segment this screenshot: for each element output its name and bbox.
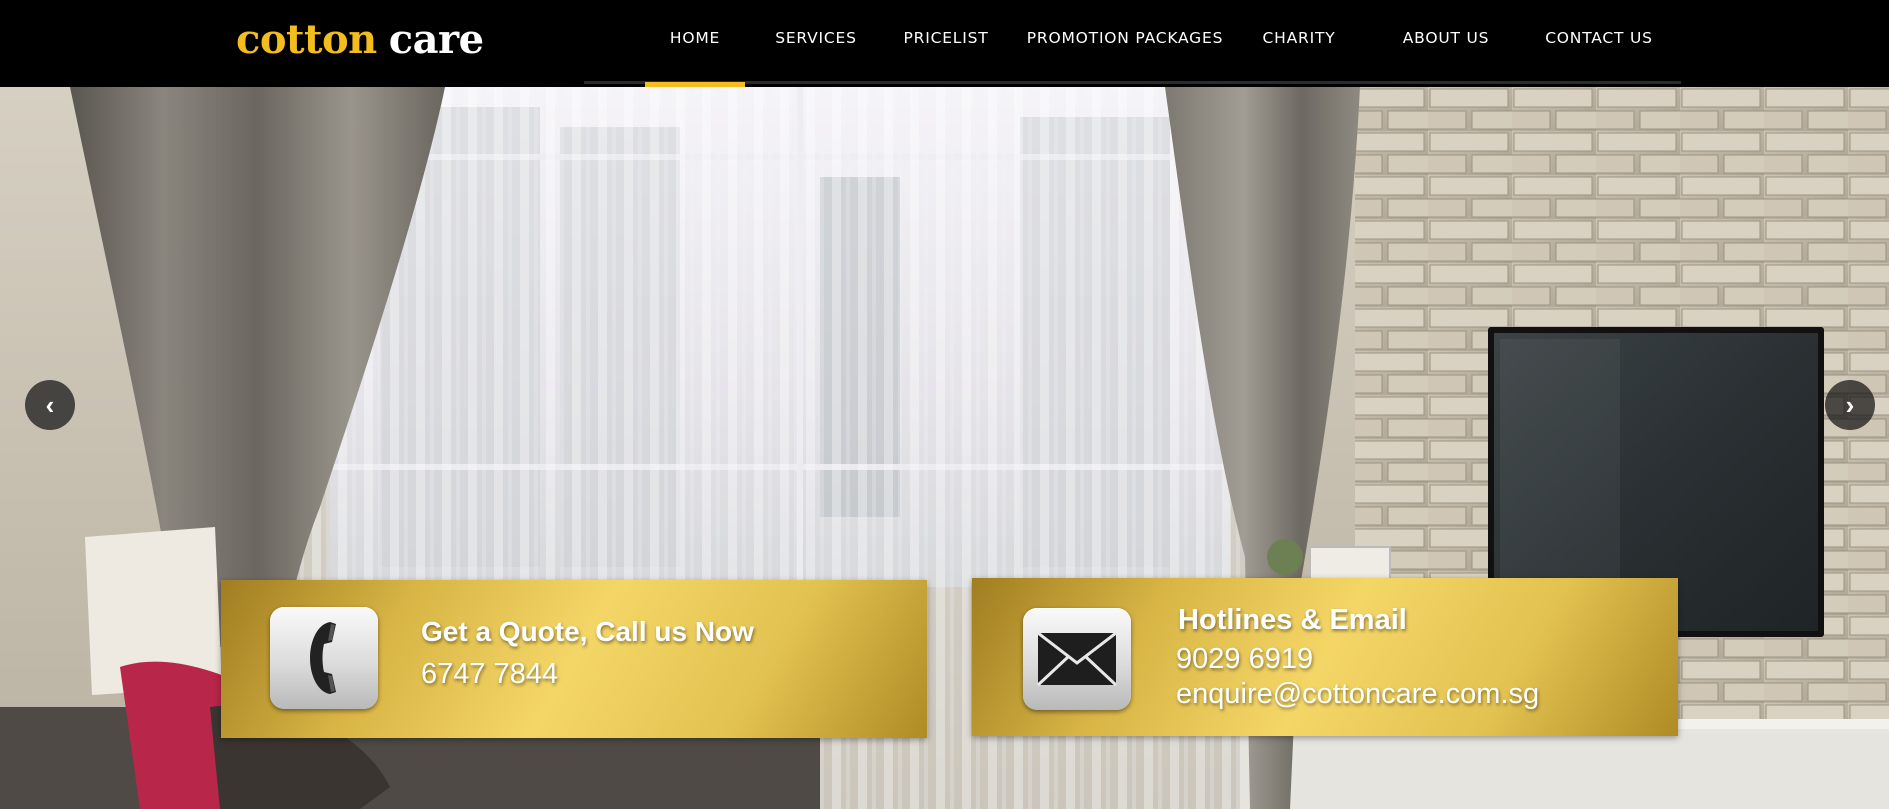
site-header: cotton care HOME SERVICES PRICELIST PROMO…	[0, 0, 1889, 87]
site-logo[interactable]: cotton care	[236, 16, 484, 64]
logo-word-care: care	[388, 16, 484, 63]
carousel-next-button[interactable]: ›	[1825, 380, 1875, 430]
logo-word-cotton: cotton	[236, 16, 377, 63]
hotline-card[interactable]: Hotlines & Email 9029 6919 enquire@cotto…	[972, 578, 1678, 736]
nav-item-about-us[interactable]: ABOUT US	[1395, 0, 1497, 84]
nav-item-charity[interactable]: CHARITY	[1250, 0, 1348, 84]
hotline-card-title: Hotlines & Email	[1178, 604, 1407, 636]
phone-icon	[270, 607, 378, 709]
chevron-left-icon: ‹	[45, 389, 55, 420]
main-nav: HOME SERVICES PRICELIST PROMOTION PACKAG…	[584, 0, 1681, 87]
carousel-prev-button[interactable]: ‹	[25, 380, 75, 430]
chevron-right-icon: ›	[1845, 389, 1855, 420]
quote-card-phone[interactable]: 6747 7844	[421, 658, 558, 691]
envelope-icon	[1023, 608, 1131, 710]
nav-item-home[interactable]: HOME	[645, 0, 745, 87]
nav-item-contact-us[interactable]: CONTACT US	[1523, 0, 1675, 84]
nav-item-pricelist[interactable]: PRICELIST	[892, 0, 1000, 84]
nav-item-promotion-packages[interactable]: PROMOTION PACKAGES	[1019, 0, 1231, 84]
hotline-card-phone[interactable]: 9029 6919	[1176, 643, 1313, 676]
hotline-card-email[interactable]: enquire@cottoncare.com.sg	[1176, 678, 1539, 711]
nav-item-services[interactable]: SERVICES	[762, 0, 870, 84]
quote-card-title: Get a Quote, Call us Now	[421, 616, 754, 647]
quote-card[interactable]: Get a Quote, Call us Now 6747 7844	[221, 580, 927, 738]
